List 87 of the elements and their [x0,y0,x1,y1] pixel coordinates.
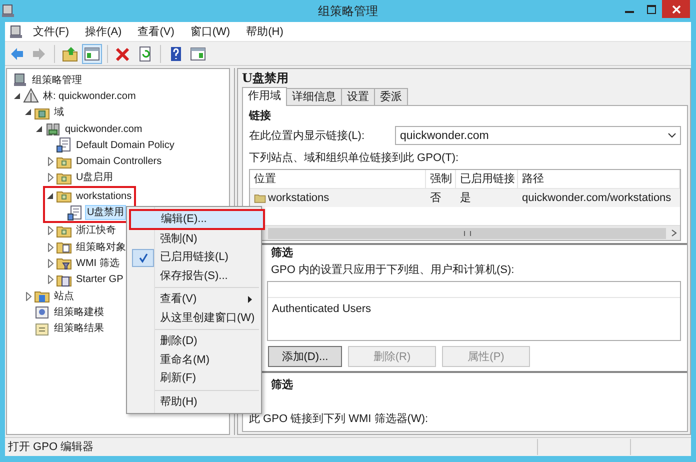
gpo-title: U盘禁用 [242,71,288,85]
tree-item[interactable]: 浙江快奇 [74,223,118,238]
expander-icon[interactable] [23,290,34,302]
tree-item[interactable]: WMI 筛选 [74,256,122,271]
list-label: 下列站点、域和组织单位链接到此 GPO(T): [249,152,459,164]
menu-item[interactable]: 窗口(W) [183,24,238,38]
description-text: GPO 内的设置只应用于下列组、用户和计算机(S): [271,264,514,276]
toolbar-button[interactable] [82,44,102,64]
menu-item[interactable]: 删除(D) [129,332,259,350]
menu-item[interactable]: 强制(N) [129,230,259,248]
column-header[interactable]: 已启用链接 [456,170,518,188]
menu-item[interactable]: 编辑(E)... [129,209,265,230]
table-cell: workstations [250,191,426,205]
column-header[interactable]: 位置 [250,170,426,188]
tree-item[interactable]: 林: quickwonder.com [41,88,138,104]
menu-item[interactable]: 保存报告(S)... [129,266,259,285]
expander-icon[interactable] [45,241,56,254]
back-icon [9,46,25,62]
menu-item[interactable]: 重命名(M) [129,350,259,369]
column-header[interactable]: 路径 [518,170,680,188]
tree-item[interactable]: Domain Controllers [74,154,164,170]
tree-item[interactable]: 域 [52,105,66,120]
console-icon [12,72,28,88]
scroll-icon [56,137,72,154]
panel-icon [190,46,206,62]
caret-icon [668,133,676,138]
section-heading: 链接 [249,110,271,122]
status-text: 打开 GPO 编辑器 [7,440,95,454]
tab[interactable]: 详细信息 [286,88,342,105]
folder-icon [254,192,266,204]
close-button[interactable] [662,0,690,18]
domain-icon [45,121,61,138]
app-icon [0,3,16,19]
help-icon [168,46,184,62]
menu-item[interactable]: 查看(V) [129,290,259,308]
menu-item[interactable]: 从这里创建窗口(W) [129,308,259,327]
menu-item[interactable]: 已启用链接(L) [129,248,259,266]
field-label: 在此位置内显示链接(L): [249,128,364,142]
tree-item[interactable]: quickwonder.com [63,122,144,137]
results-icon [34,320,50,337]
tree-item[interactable]: U盘禁用 [85,205,126,220]
expander-icon[interactable] [45,172,56,184]
expander-icon[interactable] [45,257,56,270]
tree-item[interactable]: workstations [74,188,134,204]
delete-icon [115,46,131,62]
menu-item[interactable]: 文件(F) [26,24,76,38]
menu-item[interactable]: 查看(V) [130,24,182,38]
column-header[interactable]: 强制 [426,170,456,188]
list-item[interactable]: Authenticated Users [272,303,372,315]
tree-item[interactable]: 组策略管理 [30,72,84,88]
panel-icon [84,46,100,62]
table-cell-text: 否 [429,191,442,205]
table-row[interactable]: workstations 否 是 quickwonder.com/workstations [250,189,680,207]
tree-item[interactable]: 组策略建模 [52,304,106,320]
tree-item[interactable]: 站点 [52,288,76,304]
expander-icon[interactable] [45,274,56,286]
section-heading: 筛选 [271,247,293,259]
tab[interactable]: 作用域 [242,87,287,106]
tree-item[interactable]: Default Domain Policy [74,138,176,153]
menu-item[interactable]: 刷新(F) [129,369,259,388]
dialog-button[interactable]: 添加(D)... [268,346,342,367]
tree-item[interactable]: U盘启用 [74,170,116,186]
close-icon [672,4,680,14]
menu-item[interactable]: 操作(A) [78,24,129,38]
minimize-icon [624,11,634,13]
expander-icon[interactable] [45,156,56,168]
tab[interactable]: 设置 [341,88,375,105]
modeling-icon [34,304,50,320]
maximize-icon [646,4,656,14]
menu-item[interactable]: 帮助(H) [129,392,259,411]
forward-icon [31,46,47,62]
tree-item[interactable]: 组策略对象 [74,240,128,255]
triangle-icon [23,88,39,104]
tab[interactable]: 委派 [374,88,408,105]
section-heading: 筛选 [271,379,293,391]
expander-icon[interactable] [45,224,56,237]
refresh-icon [137,46,153,62]
tree-item[interactable]: 组策略结果 [52,321,106,336]
tree-item[interactable]: Starter GP [74,272,126,288]
menu-item[interactable]: 帮助(H) [239,24,290,38]
table-cell-text: quickwonder.com/workstations [521,191,672,205]
table-cell-text: 是 [459,191,472,205]
scroll-icon [67,204,83,221]
window-title: 组策略管理 [318,4,378,18]
location-dropdown[interactable]: quickwonder.com [395,126,681,145]
app-icon [8,24,24,40]
folder-up-icon [62,46,78,62]
